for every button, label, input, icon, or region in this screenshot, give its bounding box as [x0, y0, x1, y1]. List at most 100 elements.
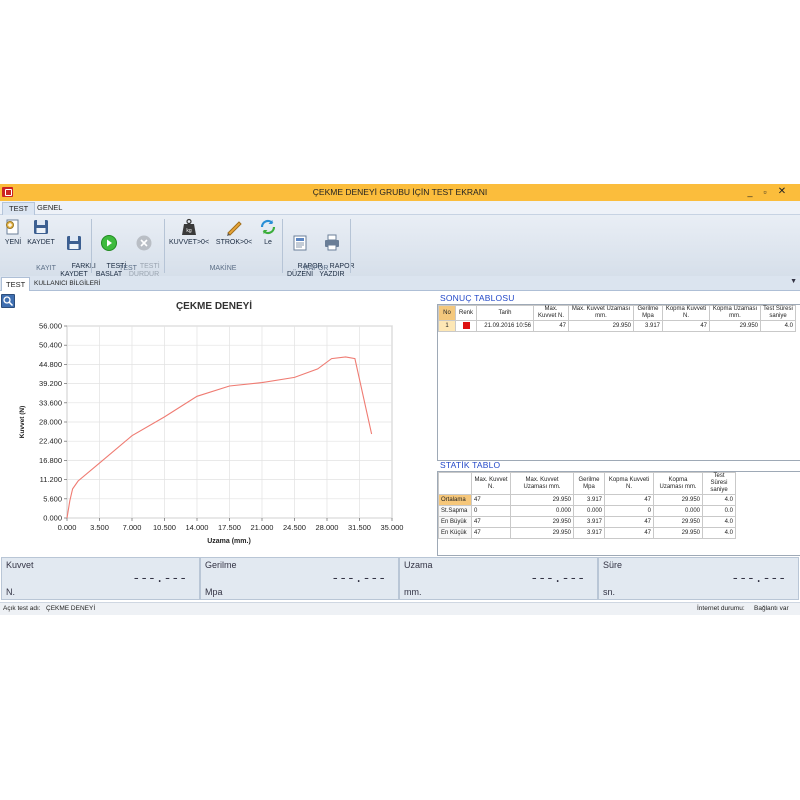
- save-icon: [34, 220, 48, 234]
- x-tick-label: 7.000: [123, 523, 142, 532]
- y-tick-label: 11.200: [40, 475, 62, 484]
- column-header[interactable]: Max. Kuvvet Uzaması mm.: [568, 305, 634, 321]
- table-cell: 4.0: [702, 516, 736, 528]
- open-test-label: Açık test adı:: [3, 605, 41, 612]
- column-header[interactable]: Max. Kuvvet N.: [533, 305, 569, 321]
- column-header[interactable]: Renk: [455, 305, 477, 321]
- save-as-icon: [67, 236, 81, 250]
- le-button-label: Le: [264, 239, 272, 246]
- readout-unit: mm.: [404, 587, 422, 597]
- table-row[interactable]: Ortalama 47 29.950 3.917 47 29.950 4.0: [438, 494, 736, 506]
- group-separator: [91, 219, 92, 273]
- x-tick-label: 3.500: [90, 523, 109, 532]
- cell-max-elongation: 29.950: [568, 320, 634, 332]
- column-header[interactable]: Max. Kuvvet N.: [471, 472, 511, 495]
- readout-label: Gerilme: [205, 560, 237, 570]
- color-swatch: [462, 322, 470, 330]
- stat-table-box: Max. Kuvvet N. Max. Kuvvet Uzaması mm. G…: [437, 471, 800, 556]
- play-icon: [101, 235, 117, 251]
- save-button-label: KAYDET: [27, 239, 55, 246]
- le-button[interactable]: Le: [259, 218, 277, 247]
- y-tick-label: 16.800: [39, 456, 62, 465]
- column-header[interactable]: Max. Kuvvet Uzaması mm.: [510, 472, 574, 495]
- new-button[interactable]: YENİ: [2, 218, 24, 247]
- x-tick-label: 0.000: [58, 523, 77, 532]
- table-header-row: Max. Kuvvet N. Max. Kuvvet Uzaması mm. G…: [438, 472, 736, 495]
- title-bar: ÇEKME DENEYİ GRUBU İÇİN TEST EKRANI _ ▫ …: [0, 184, 800, 201]
- subtab-user-info[interactable]: KULLANICI BİLGİLERİ: [30, 277, 104, 290]
- open-test-name: ÇEKME DENEYİ: [46, 605, 96, 612]
- close-button[interactable]: ✕: [776, 186, 788, 198]
- readout-label: Süre: [603, 560, 623, 570]
- column-header[interactable]: No: [438, 305, 456, 321]
- column-header[interactable]: Tarih: [476, 305, 534, 321]
- force-zero-label: KUVVET>0<: [168, 239, 210, 246]
- maximize-button[interactable]: ▫: [759, 186, 771, 198]
- readout-elongation: Uzama ---.--- mm.: [399, 557, 598, 600]
- stroke-zero-button[interactable]: STROK>0<: [213, 218, 255, 247]
- readout-force: Kuvvet ---.--- N.: [1, 557, 200, 600]
- readout-duration: Süre ---.--- sn.: [598, 557, 799, 600]
- column-header[interactable]: Gerilme Mpa: [633, 305, 663, 321]
- table-row[interactable]: En Büyük 47 29.950 3.917 47 29.950 4.0: [438, 516, 736, 528]
- table-cell: 4.0: [702, 527, 736, 539]
- readout-label: Uzama: [404, 560, 433, 570]
- table-cell: 29.950: [653, 494, 703, 506]
- group-label-rapor: RAPOR: [303, 265, 329, 272]
- table-row[interactable]: En Küçük 47 29.950 3.917 47 29.950 4.0: [438, 527, 736, 539]
- table-cell: 3.917: [573, 527, 605, 539]
- table-cell: 0: [471, 505, 511, 517]
- dropdown-arrow-icon[interactable]: ▼: [790, 278, 797, 285]
- weight-icon: kg: [182, 218, 196, 235]
- y-tick-label: 22.400: [39, 437, 62, 446]
- table-cell: 47: [604, 494, 654, 506]
- row-header: En Küçük: [438, 527, 472, 539]
- column-header[interactable]: Gerilme Mpa: [573, 472, 605, 495]
- pencil-ruler-icon: [227, 221, 242, 236]
- table-cell: 47: [471, 527, 511, 539]
- readout-unit: Mpa: [205, 587, 223, 597]
- x-tick-label: 31.500: [348, 523, 371, 532]
- chart-title: ÇEKME DENEYİ: [176, 299, 252, 312]
- column-header[interactable]: Kopma Uzaması mm.: [709, 305, 761, 321]
- force-zero-button[interactable]: kg KUVVET>0<: [167, 218, 211, 247]
- y-tick-label: 33.600: [39, 398, 62, 407]
- x-tick-label: 14.000: [186, 523, 209, 532]
- table-cell: 47: [471, 494, 511, 506]
- row-header: Ortalama: [438, 494, 472, 506]
- result-table: No Renk Tarih Max. Kuvvet N. Max. Kuvvet…: [438, 305, 796, 332]
- table-row[interactable]: St.Sapma 0 0.000 0.000 0 0.000 0.0: [438, 505, 736, 517]
- table-cell: 0.0: [702, 505, 736, 517]
- table-cell: 29.950: [653, 516, 703, 528]
- table-cell: 0.000: [573, 505, 605, 517]
- x-axis-ticks: 0.000 3.500 7.000 10.500 14.000 17.500 21.000 2…: [58, 518, 403, 532]
- column-header[interactable]: Test Süresi saniye: [760, 305, 796, 321]
- stat-table: Max. Kuvvet N. Max. Kuvvet Uzaması mm. G…: [438, 472, 736, 539]
- y-tick-label: 56.000: [39, 322, 62, 331]
- tab-genel[interactable]: GENEL: [31, 202, 68, 214]
- x-tick-label: 21.000: [251, 523, 274, 532]
- cell-no: 1: [438, 320, 456, 332]
- new-document-icon: [6, 219, 19, 235]
- stat-table-title: STATİK TABLO: [440, 460, 501, 470]
- column-header[interactable]: Kopma Kuvveti N.: [662, 305, 710, 321]
- ribbon-tab-strip: TEST GENEL: [0, 201, 800, 215]
- cell-date: 21.09.2016 10:56: [476, 320, 534, 332]
- table-row[interactable]: 1 21.09.2016 10:56 47 29.950 3.917 47 29…: [438, 320, 796, 332]
- subtab-test[interactable]: TEST: [1, 277, 31, 291]
- result-table-title: SONUÇ TABLOSU: [440, 293, 515, 303]
- x-tick-label: 24.500: [283, 523, 306, 532]
- table-cell: 0.000: [653, 505, 703, 517]
- column-header[interactable]: Test Süresi saniye: [702, 472, 736, 495]
- cell-break-elongation: 29.950: [709, 320, 761, 332]
- cell-color: [455, 320, 477, 332]
- report-layout-icon: [293, 235, 307, 251]
- y-axis-ticks: 0.000 5.600 11.200 16.800 22.400 28.000 33.600…: [39, 322, 67, 523]
- y-tick-label: 44.800: [39, 360, 62, 369]
- column-header[interactable]: Kopma Uzaması mm.: [653, 472, 703, 495]
- column-header[interactable]: Kopma Kuvveti N.: [604, 472, 654, 495]
- minimize-button[interactable]: _: [744, 186, 756, 198]
- save-button[interactable]: KAYDET: [27, 218, 55, 247]
- force-elongation-chart: ÇEKME DENEYİ 0.000 5.600 11.200 16.800 22.40…: [19, 299, 403, 545]
- table-cell: 47: [471, 516, 511, 528]
